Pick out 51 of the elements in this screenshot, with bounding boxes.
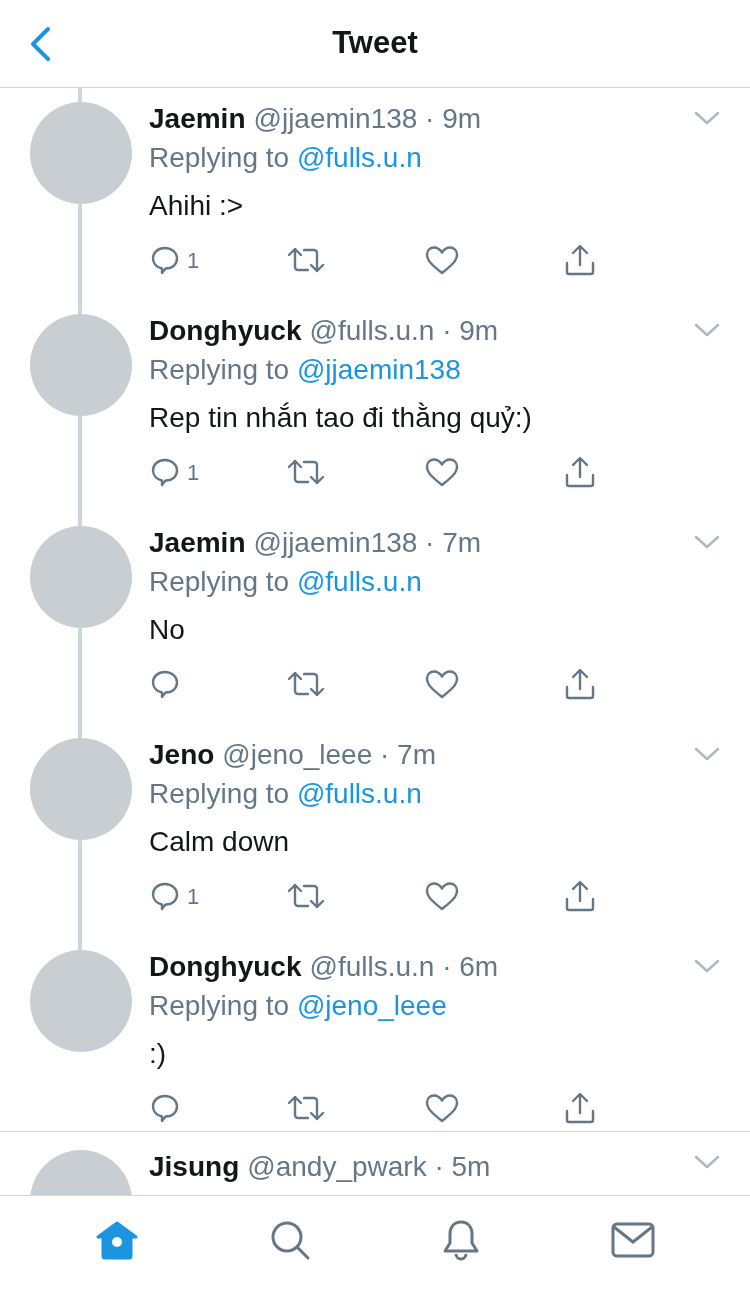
user-name[interactable]: Donghyuck: [149, 950, 302, 984]
share-icon[interactable]: [563, 243, 597, 277]
user-handle: @fulls.u.n · 9m: [309, 314, 499, 348]
user-handle: @jjaemin138 · 7m: [253, 526, 482, 560]
retweet-icon[interactable]: [287, 245, 325, 275]
heart-icon[interactable]: [425, 245, 459, 275]
heart-icon[interactable]: [425, 669, 459, 699]
home-icon[interactable]: [95, 1220, 139, 1260]
user-name[interactable]: Jaemin: [149, 526, 246, 560]
reply-icon[interactable]: [149, 1092, 181, 1124]
user-name[interactable]: Jeno: [149, 738, 215, 772]
replying-to-text: Replying to @fulls.u.n: [149, 141, 423, 175]
retweet-icon[interactable]: [287, 881, 325, 911]
user-name[interactable]: Jaemin: [149, 102, 246, 136]
replying-to-text: Replying to @fulls.u.n: [149, 565, 423, 599]
reply-icon[interactable]: [149, 880, 181, 912]
tweet-text: Rep tin nhắn tao đi thằng quỷ:): [149, 401, 533, 435]
share-icon[interactable]: [563, 667, 597, 701]
reply-count: 1: [187, 458, 200, 487]
bell-icon[interactable]: [441, 1219, 481, 1261]
heart-icon[interactable]: [425, 1093, 459, 1123]
heart-icon[interactable]: [425, 457, 459, 487]
mail-icon[interactable]: [611, 1222, 655, 1258]
tweet-text: :): [149, 1037, 168, 1071]
tweet-text: Calm down: [149, 825, 291, 859]
retweet-icon[interactable]: [287, 669, 325, 699]
reply-count: 1: [187, 246, 200, 275]
user-name[interactable]: Jisung: [149, 1150, 240, 1184]
retweet-icon[interactable]: [287, 457, 325, 487]
share-icon[interactable]: [563, 455, 597, 489]
back-icon[interactable]: [28, 26, 52, 62]
replying-to-text: Replying to @jeno_leee: [149, 989, 448, 1023]
user-name[interactable]: Donghyuck: [149, 314, 302, 348]
reply-count: 1: [187, 882, 200, 911]
user-handle: @andy_pwark · 5m: [247, 1150, 491, 1184]
user-handle: @jjaemin138 · 9m: [253, 102, 482, 136]
tweet-text: Ahihi :>: [149, 189, 245, 223]
share-icon[interactable]: [563, 879, 597, 913]
user-handle: @fulls.u.n · 6m: [309, 950, 499, 984]
tweet-text: No: [149, 613, 186, 647]
reply-icon[interactable]: [149, 244, 181, 276]
header-title: Tweet: [332, 24, 418, 63]
reply-icon[interactable]: [149, 456, 181, 488]
search-icon[interactable]: [269, 1219, 311, 1261]
user-handle: @jeno_leee · 7m: [222, 738, 436, 772]
replying-to-text: Replying to @fulls.u.n: [149, 777, 423, 811]
replying-to-text: Replying to @jjaemin138: [149, 353, 462, 387]
heart-icon[interactable]: [425, 881, 459, 911]
share-icon[interactable]: [563, 1091, 597, 1125]
reply-icon[interactable]: [149, 668, 181, 700]
retweet-icon[interactable]: [287, 1093, 325, 1123]
